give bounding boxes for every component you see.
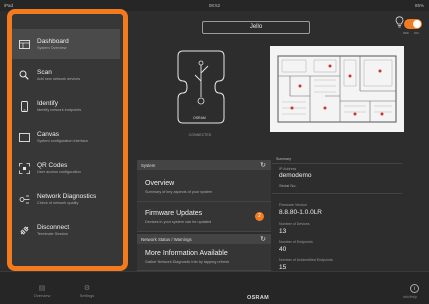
- sidebar-item-subtitle: Add new network devices: [37, 76, 81, 81]
- tab-settings[interactable]: ⚙ Settings: [67, 284, 107, 298]
- sidebar-item-dashboard[interactable]: Dashboard System Overview: [11, 29, 120, 59]
- toggle-knob: [413, 20, 421, 28]
- sidebar-item-subtitle: Identify network endpoints: [37, 107, 82, 112]
- divider: [272, 193, 402, 194]
- firmware-updates-row[interactable]: Firmware Updates Devices in your system …: [137, 202, 271, 232]
- network-section-header: Network Status / Warnings ↻: [137, 234, 271, 244]
- brand-logo: OSRAM: [247, 295, 269, 301]
- endpoints-count-label: Number of Endpoints: [279, 240, 313, 244]
- connection-status: CONNECTED: [188, 133, 212, 137]
- devices-count-value: 13: [279, 228, 287, 235]
- sidebar-item-title: Identify: [37, 99, 58, 107]
- search-icon: [14, 68, 34, 82]
- toggle-off-label: OFF: [403, 31, 409, 35]
- mobile-device-icon: [14, 99, 34, 113]
- sidebar-item-subtitle: User access configuration: [37, 169, 81, 174]
- settings-tab-icon: ⚙: [83, 285, 91, 292]
- sidebar-item-qr-codes[interactable]: QR Codes User access configuration: [11, 153, 120, 183]
- serial-number-label: Serial No.: [279, 183, 297, 188]
- devices-count-label: Number of Devices: [279, 222, 310, 226]
- sidebar-item-identify[interactable]: Identify Identify network endpoints: [11, 91, 120, 121]
- bottom-tab-bar: [0, 271, 429, 304]
- tab-label: Overview: [33, 293, 51, 298]
- network-diagnostics-icon: [14, 192, 34, 206]
- firmware-updates-title: Firmware Updates: [145, 210, 203, 217]
- firmware-version-value: 8.8.80-1.0.0LR: [279, 209, 323, 216]
- unidentified-endpoints-value: 15: [279, 264, 287, 271]
- sidebar-item-subtitle: Terminate Session: [37, 231, 69, 236]
- qr-code-icon: [14, 161, 34, 175]
- section-title: System: [141, 163, 156, 168]
- update-count-badge: 2: [255, 212, 264, 221]
- summary-title: Summary: [276, 157, 291, 161]
- light-bulb-icon[interactable]: [395, 16, 404, 28]
- firmware-version-label: Firmware Version: [279, 203, 307, 207]
- sidebar-item-subtitle: System configuration interface: [37, 138, 89, 143]
- system-section-header: System ↻: [137, 160, 271, 170]
- status-bar: iPad 08:52 85%: [0, 0, 429, 11]
- more-info-row[interactable]: More Information Available Gather Networ…: [137, 244, 271, 271]
- sidebar-item-title: Dashboard: [37, 37, 69, 45]
- gateway-device-image: [177, 50, 225, 124]
- ip-address-value: demodemo: [279, 172, 312, 179]
- overview-tab-icon: ▤: [38, 285, 46, 292]
- tab-label: Settings: [79, 293, 95, 298]
- sidebar-item-disconnect[interactable]: Disconnect Terminate Session: [11, 215, 120, 245]
- clock: 08:52: [208, 3, 221, 8]
- floor-plan-thumbnail[interactable]: [270, 46, 404, 132]
- more-info-subtitle: Gather Network Diagnostic Info by tappin…: [145, 260, 230, 264]
- device-brand-label: OSRAM: [193, 116, 206, 120]
- toggle-on-label: ON: [414, 31, 419, 35]
- more-info-title: More Information Available: [145, 250, 228, 257]
- sidebar-item-scan[interactable]: Scan Add new network devices: [11, 60, 120, 90]
- sidebar-item-subtitle: System Overview: [37, 45, 67, 50]
- overview-title: Overview: [145, 180, 175, 187]
- disconnect-icon: [14, 223, 34, 237]
- sidebar-item-title: Canvas: [37, 130, 60, 138]
- power-toggle[interactable]: [404, 19, 422, 29]
- divider: [272, 163, 402, 164]
- sidebar-item-title: QR Codes: [37, 161, 68, 169]
- overview-subtitle: Summary of key aspects of your system: [145, 190, 213, 194]
- refresh-icon[interactable]: ↻: [260, 235, 266, 243]
- endpoints-count-value: 40: [279, 246, 287, 253]
- sidebar-item-canvas[interactable]: Canvas System configuration interface: [11, 122, 120, 152]
- refresh-icon[interactable]: ↻: [260, 161, 266, 169]
- ip-address-label: IP Address: [279, 167, 297, 171]
- battery-level: 85%: [414, 3, 424, 8]
- sidebar-item-subtitle: Check of network quality: [37, 200, 79, 205]
- unidentified-endpoints-label: Number of Unidentified Endpoints: [279, 258, 333, 262]
- tab-overview[interactable]: ▤ Overview: [22, 284, 62, 298]
- sidebar-item-title: Scan: [37, 68, 52, 76]
- info-label: Info/Help: [403, 295, 418, 299]
- device-name-field[interactable]: Jello: [202, 21, 310, 34]
- sidebar-item-network-diagnostics[interactable]: Network Diagnostics Check of network qua…: [11, 184, 120, 214]
- dashboard-icon: [14, 37, 34, 51]
- firmware-updates-subtitle: Devices in your system can be updated: [145, 220, 212, 224]
- overview-row[interactable]: Overview Summary of key aspects of your …: [137, 170, 271, 202]
- sidebar-item-title: Disconnect: [37, 223, 70, 231]
- app-screen: iPad 08:52 85% Dashboard System Overview…: [0, 0, 429, 304]
- sidebar-item-title: Network Diagnostics: [37, 192, 97, 200]
- canvas-icon: [14, 130, 34, 144]
- info-icon[interactable]: i: [410, 284, 419, 293]
- section-title: Network Status / Warnings: [141, 237, 192, 242]
